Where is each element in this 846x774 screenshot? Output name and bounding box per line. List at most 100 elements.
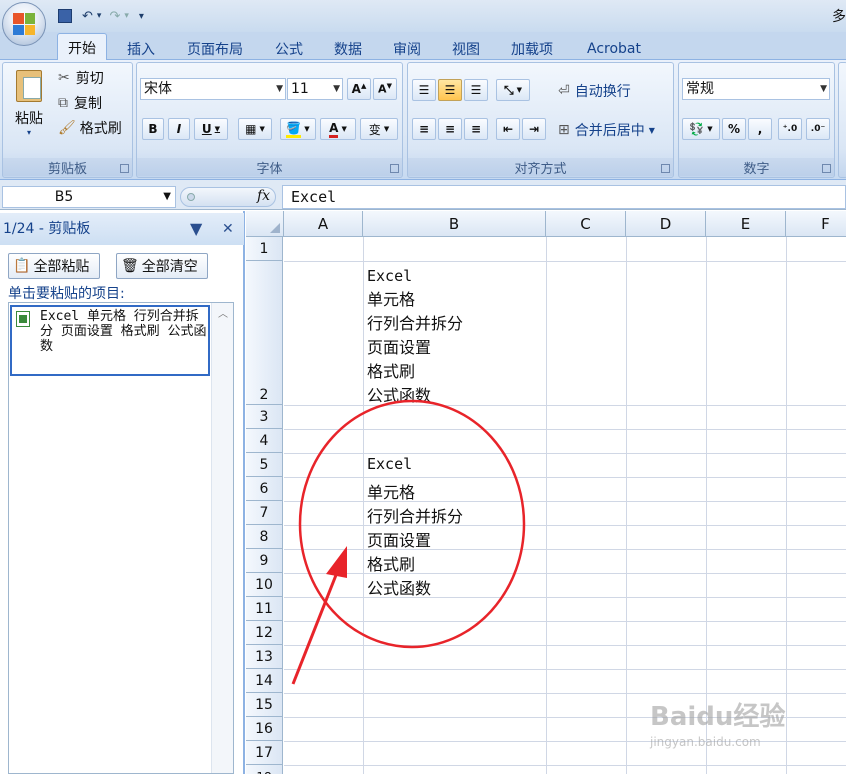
copy-button[interactable]: ⧉ 复制 [58, 93, 102, 113]
percent-button[interactable]: % [722, 118, 746, 140]
cell-b10[interactable]: 公式函数 [367, 575, 431, 599]
tab-acrobat[interactable]: Acrobat [576, 36, 652, 61]
font-size-combo[interactable]: 11 ▼ [287, 78, 343, 100]
row-header-2[interactable]: 2 [246, 261, 283, 405]
undo-dropdown-icon[interactable]: ▾ [97, 11, 102, 21]
dialog-launcher-icon[interactable] [822, 164, 831, 173]
column-header-c[interactable]: C [546, 211, 626, 237]
redo-icon[interactable]: ↷ [109, 9, 120, 24]
phonetic-button[interactable]: 变 ▼ [360, 118, 398, 140]
row-header-12[interactable]: 12 [246, 621, 283, 645]
shrink-font-button[interactable]: A▼ [373, 78, 397, 100]
row-header-5[interactable]: 5 [246, 453, 283, 477]
column-header-d[interactable]: D [626, 211, 706, 237]
name-box[interactable]: B5 ▼ [2, 186, 176, 208]
tab-data[interactable]: 数据 [323, 36, 373, 61]
increase-indent-button[interactable]: ⇥ [522, 118, 546, 140]
format-painter-button[interactable]: 🖌 格式刷 [58, 118, 122, 138]
office-button[interactable] [2, 2, 46, 46]
function-icon[interactable]: fx [257, 188, 270, 204]
fill-color-button[interactable]: 🪣 ▼ [280, 118, 316, 140]
align-right-button[interactable]: ≡ [464, 118, 488, 140]
column-header-a[interactable]: A [284, 211, 363, 237]
row-header-8[interactable]: 8 [246, 525, 283, 549]
italic-button[interactable]: I [168, 118, 190, 140]
paste-button[interactable]: 粘贴 ▾ [8, 66, 50, 146]
clear-all-button[interactable]: 🗑 全部清空 [116, 253, 208, 279]
pane-options-icon[interactable]: ▼ [190, 213, 202, 245]
decrease-decimal-button[interactable]: .0⁻ [806, 118, 830, 140]
row-header-3[interactable]: 3 [246, 405, 283, 429]
bold-button[interactable]: B [142, 118, 164, 140]
font-color-button[interactable]: A ▼ [320, 118, 356, 140]
cell-b9[interactable]: 格式刷 [367, 551, 415, 575]
cut-button[interactable]: ✂ 剪切 [58, 68, 104, 88]
clipboard-paste-icon [16, 70, 42, 102]
top-align-button[interactable]: ☰ [412, 79, 436, 101]
worksheet-grid[interactable]: A B C D E F 1 2 3 4 5 6 7 8 9 10 11 12 1… [246, 211, 846, 774]
save-icon[interactable] [58, 9, 72, 23]
tab-page-layout[interactable]: 页面布局 [176, 36, 254, 61]
row-header-4[interactable]: 4 [246, 429, 283, 453]
orientation-button[interactable]: ⤡ ▼ [496, 79, 530, 101]
row-header-17[interactable]: 17 [246, 741, 283, 765]
merge-center-button[interactable]: ⊞ 合并后居中 ▼ [558, 119, 655, 141]
cell-b8[interactable]: 页面设置 [367, 527, 431, 551]
middle-align-button[interactable]: ☰ [438, 79, 462, 101]
undo-icon[interactable]: ↶ [82, 9, 93, 24]
select-all-corner[interactable] [246, 211, 284, 237]
increase-decimal-button[interactable]: ⁺.0 [778, 118, 802, 140]
currency-button[interactable]: 💱 ▼ [682, 118, 720, 140]
dialog-launcher-icon[interactable] [120, 164, 129, 173]
close-icon[interactable]: ✕ [222, 213, 234, 245]
tab-formulas[interactable]: 公式 [264, 36, 314, 61]
tab-addins[interactable]: 加载项 [500, 36, 564, 61]
row-header-18[interactable]: 18 [246, 765, 283, 774]
align-left-button[interactable]: ≡ [412, 118, 436, 140]
dialog-launcher-icon[interactable] [390, 164, 399, 173]
row-header-10[interactable]: 10 [246, 573, 283, 597]
tab-home[interactable]: 开始 [57, 33, 107, 61]
grow-font-button[interactable]: A▲ [347, 78, 371, 100]
tab-review[interactable]: 审阅 [382, 36, 432, 61]
row-header-6[interactable]: 6 [246, 477, 283, 501]
cell-b5[interactable]: Excel [367, 455, 412, 473]
cell-b2[interactable]: Excel 单元格 行列合并拆分 页面设置 格式刷 公式函数 [367, 264, 463, 408]
font-name-combo[interactable]: 宋体 ▼ [140, 78, 286, 100]
decrease-indent-button[interactable]: ⇤ [496, 118, 520, 140]
comma-button[interactable]: , [748, 118, 772, 140]
borders-button[interactable]: ▦ ▼ [238, 118, 272, 140]
scrollbar[interactable]: ︿ [211, 303, 233, 773]
center-button[interactable]: ≡ [438, 118, 462, 140]
dialog-launcher-icon[interactable] [661, 164, 670, 173]
number-format-combo[interactable]: 常规 ▼ [682, 78, 830, 100]
row-header-13[interactable]: 13 [246, 645, 283, 669]
row-header-11[interactable]: 11 [246, 597, 283, 621]
row-header-7[interactable]: 7 [246, 501, 283, 525]
tab-insert[interactable]: 插入 [116, 36, 166, 61]
customize-qat-icon[interactable]: ▾ [139, 11, 144, 22]
cell-b6[interactable]: 单元格 [367, 479, 415, 503]
column-header-b[interactable]: B [363, 211, 546, 237]
underline-button[interactable]: U ▼ [194, 118, 228, 140]
comma-label: , [757, 122, 763, 136]
formula-input[interactable]: Excel [282, 185, 846, 209]
row-header-16[interactable]: 16 [246, 717, 283, 741]
tab-view[interactable]: 视图 [441, 36, 491, 61]
column-header-f[interactable]: F [786, 211, 846, 237]
row-header-15[interactable]: 15 [246, 693, 283, 717]
bottom-align-button[interactable]: ☰ [464, 79, 488, 101]
row-header-1[interactable]: 1 [246, 237, 283, 261]
row-header-14[interactable]: 14 [246, 669, 283, 693]
splitter-handle-icon[interactable] [187, 193, 195, 201]
paste-all-button[interactable]: 📋 全部粘贴 [8, 253, 100, 279]
clipboard-group-label: 剪贴板 [3, 158, 132, 177]
wrap-text-button[interactable]: ⏎ 自动换行 [558, 80, 631, 102]
scroll-up-icon[interactable]: ︿ [218, 305, 228, 320]
column-header-e[interactable]: E [706, 211, 786, 237]
copy-label: 复制 [74, 96, 102, 112]
cell-b7[interactable]: 行列合并拆分 [367, 503, 463, 527]
gridline [284, 453, 846, 454]
row-header-9[interactable]: 9 [246, 549, 283, 573]
redo-dropdown-icon[interactable]: ▾ [124, 11, 129, 21]
